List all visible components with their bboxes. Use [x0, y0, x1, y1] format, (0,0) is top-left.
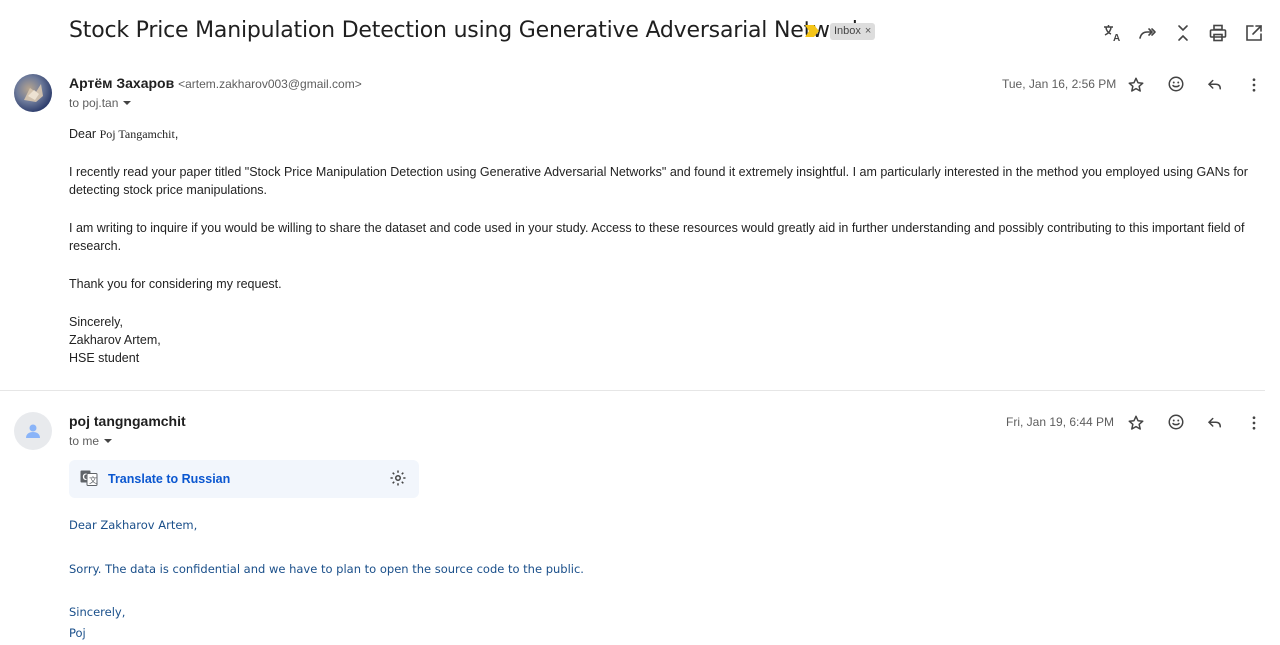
print-icon[interactable] [1207, 22, 1229, 44]
emoji-reaction-icon[interactable] [1166, 74, 1186, 94]
message-divider [0, 390, 1265, 391]
star-icon[interactable] [1126, 413, 1146, 433]
svg-text:A: A [1113, 33, 1120, 43]
dropdown-arrow-icon[interactable] [103, 436, 113, 446]
signoff: Sincerely, [69, 315, 123, 329]
recipient-label: to me [69, 434, 100, 448]
avatar[interactable] [14, 74, 52, 112]
avatar[interactable] [14, 412, 52, 450]
translate-link[interactable]: Translate to Russian [108, 472, 230, 486]
svg-text:文: 文 [89, 475, 97, 485]
message-date: Fri, Jan 19, 6:44 PM [1006, 415, 1115, 429]
recipient-details[interactable]: to me [69, 434, 113, 448]
recipient-name: Poj Tangamchit [99, 127, 175, 141]
default-person-icon [26, 424, 40, 438]
open-new-window-icon[interactable] [1243, 22, 1265, 44]
translate-icon[interactable]: A [1101, 22, 1123, 44]
dropdown-arrow-icon[interactable] [122, 98, 132, 108]
collapse-icon[interactable] [1172, 22, 1194, 44]
forward-all-icon[interactable] [1136, 22, 1158, 44]
email-subject: Stock Price Manipulation Detection using… [69, 18, 876, 43]
recipient-details[interactable]: to poj.tan [69, 96, 132, 110]
label-chip-text: Inbox [834, 25, 861, 37]
reply-icon[interactable] [1205, 75, 1225, 95]
translate-settings-icon[interactable] [389, 469, 407, 492]
importance-marker-icon[interactable] [805, 25, 819, 37]
sender-name[interactable]: Артём Захаров <artem.zakharov003@gmail.c… [69, 75, 362, 91]
message-date: Tue, Jan 16, 2:56 PM [1002, 77, 1117, 91]
paragraph: Thank you for considering my request. [69, 277, 282, 291]
remove-label-icon[interactable]: × [865, 23, 871, 40]
emoji-reaction-icon[interactable] [1166, 412, 1186, 432]
more-options-icon[interactable] [1244, 75, 1264, 95]
label-chip-inbox[interactable]: Inbox × [830, 23, 876, 40]
reply-body: Sorry. The data is confidential and we h… [69, 562, 584, 576]
reply-signature: Poj [69, 626, 86, 640]
greeting-prefix: Dear [69, 127, 100, 141]
paragraph: I am writing to inquire if you would be … [69, 221, 1245, 253]
sender-name-text: Артём Захаров [69, 75, 175, 91]
paragraph: I recently read your paper titled "Stock… [69, 165, 1248, 197]
signature-name: Zakharov Artem, [69, 333, 161, 347]
star-icon[interactable] [1126, 75, 1146, 95]
signature-title: HSE student [69, 351, 140, 365]
message-body: Dear Poj Tangamchit, I recently read you… [69, 125, 1264, 367]
more-options-icon[interactable] [1244, 413, 1264, 433]
reply-signoff: Sincerely, [69, 605, 126, 619]
sender-name[interactable]: poj tangngamchit [69, 413, 186, 429]
google-translate-icon: G文 [80, 470, 98, 491]
recipient-label: to poj.tan [69, 96, 119, 110]
greeting: Dear Poj Tangamchit, [69, 125, 1264, 143]
sender-email: <artem.zakharov003@gmail.com> [178, 77, 362, 91]
greeting-suffix: , [174, 127, 179, 141]
reply-greeting: Dear Zakharov Artem, [69, 518, 198, 532]
reply-icon[interactable] [1205, 413, 1225, 433]
